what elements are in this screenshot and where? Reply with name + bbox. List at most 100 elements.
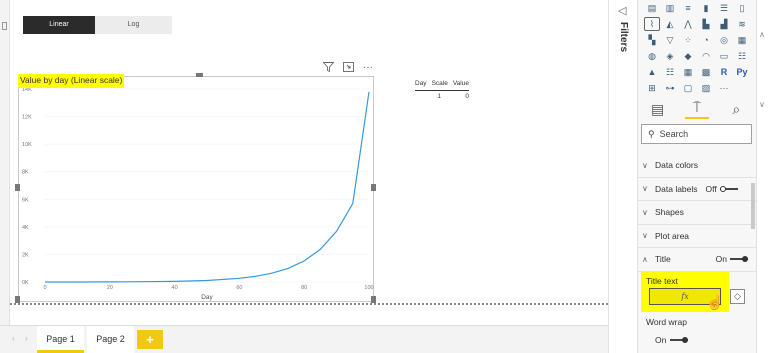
key-influencers-icon[interactable]: ⊞ bbox=[645, 82, 659, 94]
chevron-down-icon: ∨ bbox=[642, 184, 648, 194]
donut-chart-icon[interactable]: ◎ bbox=[717, 34, 731, 46]
page-tabs-bar: ‹ › Page 1 Page 2 + bbox=[0, 325, 608, 353]
format-search-input[interactable]: ⚲ Search bbox=[641, 124, 752, 144]
format-pane-scrollbar[interactable] bbox=[751, 183, 755, 229]
log-scale-button[interactable]: Log bbox=[95, 16, 172, 34]
kpi-icon[interactable]: ▲ bbox=[645, 66, 659, 78]
ribbon-chart-icon[interactable]: ≋ bbox=[735, 18, 749, 30]
hand-cursor-icon: ☝ bbox=[706, 294, 724, 310]
line-chart-visual[interactable]: 0K 2K 4K 6K 8K 10K 12K 14K 0 20 40 60 80 100 Day bbox=[18, 76, 374, 302]
chevron-down-icon: ∨ bbox=[642, 160, 648, 170]
y-tick-label: 8K bbox=[22, 170, 29, 176]
python-visual-icon[interactable]: Py bbox=[735, 66, 749, 78]
gauge-icon[interactable]: ◠ bbox=[699, 50, 713, 62]
100-bar-icon[interactable]: ☰ bbox=[717, 2, 731, 14]
chevron-up-icon[interactable]: ∧ bbox=[759, 30, 765, 39]
chevron-left-icon[interactable]: ◁ bbox=[618, 4, 626, 17]
r-visual-icon[interactable]: R bbox=[717, 66, 731, 78]
section-label: Title bbox=[655, 254, 671, 265]
matrix-icon[interactable]: ▩ bbox=[699, 66, 713, 78]
resize-handle-right[interactable] bbox=[371, 184, 376, 191]
table-cell-value: 0 bbox=[465, 93, 469, 100]
add-page-button[interactable]: + bbox=[137, 330, 163, 349]
pages-grip-icon[interactable] bbox=[2, 22, 7, 30]
scatter-icon[interactable]: ⁘ bbox=[681, 34, 695, 46]
page-tab-1[interactable]: Page 1 bbox=[37, 326, 84, 353]
map-icon[interactable]: ◍ bbox=[645, 50, 659, 62]
stacked-bar-icon[interactable]: ▤ bbox=[645, 2, 659, 14]
table-row: 1 0 bbox=[415, 91, 469, 100]
section-plot-area[interactable]: ∨ Plot area bbox=[638, 225, 756, 248]
shape-map-icon[interactable]: ◆ bbox=[681, 50, 695, 62]
multi-row-card-icon[interactable]: ☷ bbox=[735, 50, 749, 62]
slicer-icon[interactable]: ☷ bbox=[663, 66, 677, 78]
line-stacked-column-icon[interactable]: ▟ bbox=[717, 18, 731, 30]
series-line bbox=[45, 91, 370, 283]
focus-mode-icon[interactable] bbox=[343, 62, 354, 75]
data-labels-toggle[interactable]: Off bbox=[706, 184, 738, 194]
resize-handle-bottom-left[interactable] bbox=[15, 296, 20, 303]
toggle-switch-on[interactable] bbox=[670, 337, 689, 343]
x-tick-label: 60 bbox=[236, 285, 242, 291]
data-table-visual[interactable]: Day Scale Value 1 0 bbox=[415, 80, 469, 100]
chevron-left-icon[interactable]: ‹ bbox=[12, 334, 15, 343]
100-column-icon[interactable]: ▯ bbox=[735, 2, 749, 14]
section-title[interactable]: ∧ Title On bbox=[638, 248, 756, 272]
more-options-icon[interactable]: ··· bbox=[363, 62, 373, 75]
table-icon[interactable]: ▦ bbox=[681, 66, 695, 78]
section-data-labels[interactable]: ∨ Data labels Off bbox=[638, 178, 756, 201]
resize-handle-left[interactable] bbox=[15, 184, 20, 191]
page-tab-2[interactable]: Page 2 bbox=[87, 326, 134, 353]
chevron-down-icon[interactable]: ∨ bbox=[759, 100, 765, 109]
treemap-icon[interactable]: ▦ bbox=[735, 34, 749, 46]
toggle-state: On bbox=[655, 335, 667, 345]
fields-icon[interactable]: ▤ bbox=[646, 101, 670, 118]
funnel-icon[interactable] bbox=[322, 62, 335, 75]
waterfall-icon[interactable]: ▚ bbox=[645, 34, 659, 46]
more-visuals-icon[interactable]: ··· bbox=[717, 82, 731, 94]
y-tick-label: 12K bbox=[22, 115, 32, 121]
table-header-scale: Scale bbox=[431, 80, 448, 87]
paginated-icon[interactable]: ▨ bbox=[699, 82, 713, 94]
x-tick-label: 0 bbox=[43, 285, 46, 291]
linear-scale-button[interactable]: Linear bbox=[23, 16, 95, 34]
title-toggle[interactable]: On bbox=[716, 254, 748, 264]
qa-icon[interactable]: ▢ bbox=[681, 82, 695, 94]
resize-handle-bottom-right[interactable] bbox=[371, 296, 376, 303]
pane-tabs: ▤ ⍑ ⌕ bbox=[638, 95, 756, 123]
line-chart-svg: 0K2K4K6K8K10K12K14K0 20 40 60 80 100Day bbox=[22, 87, 374, 301]
filters-pane-collapsed[interactable]: ◁ Filters bbox=[608, 0, 638, 353]
filled-map-icon[interactable]: ◈ bbox=[663, 50, 677, 62]
card-icon[interactable]: ▭ bbox=[717, 50, 731, 62]
x-tick-label: 40 bbox=[172, 285, 178, 291]
chevron-right-icon[interactable]: › bbox=[25, 334, 28, 343]
section-data-colors[interactable]: ∨ Data colors bbox=[638, 154, 756, 178]
word-wrap-toggle[interactable]: On bbox=[655, 335, 689, 345]
pie-chart-icon[interactable]: ◔ bbox=[699, 34, 713, 46]
stacked-area-icon[interactable]: ⋀ bbox=[681, 18, 695, 30]
funnel-chart-icon[interactable]: ▽ bbox=[663, 34, 677, 46]
resize-handle-top[interactable] bbox=[196, 73, 203, 77]
search-icon: ⚲ bbox=[648, 129, 655, 139]
report-left-strip bbox=[0, 0, 10, 325]
y-tick-label: 10K bbox=[22, 142, 32, 148]
y-tick-label: 6K bbox=[22, 197, 29, 203]
clustered-bar-icon[interactable]: ≡ bbox=[681, 2, 695, 14]
line-chart-icon[interactable]: ⌇ bbox=[644, 17, 660, 31]
eraser-icon[interactable]: ◇ bbox=[730, 289, 745, 304]
x-axis-label: Day bbox=[201, 294, 213, 301]
report-canvas: Linear Log ··· 0K 2K 4K 6K 8K 10K 12K 14K 0 20 40 6… bbox=[10, 0, 608, 325]
filters-label: Filters bbox=[618, 22, 629, 53]
decomposition-tree-icon[interactable]: ⊶ bbox=[663, 82, 677, 94]
format-paint-roller-icon[interactable]: ⍑ bbox=[684, 99, 709, 119]
title-text-highlight: Title text fx ☝ bbox=[641, 272, 729, 312]
area-chart-icon[interactable]: ◭ bbox=[663, 18, 677, 30]
toggle-switch-on[interactable] bbox=[730, 256, 748, 263]
analytics-magnifier-icon[interactable]: ⌕ bbox=[724, 101, 748, 118]
clustered-column-icon[interactable]: ▮ bbox=[699, 2, 713, 14]
line-column-icon[interactable]: ▙ bbox=[699, 18, 713, 30]
table-header-day: Day bbox=[415, 80, 427, 87]
stacked-column-icon[interactable]: ▥ bbox=[663, 2, 677, 14]
section-shapes[interactable]: ∨ Shapes bbox=[638, 201, 756, 225]
toggle-switch-off[interactable] bbox=[719, 185, 738, 192]
